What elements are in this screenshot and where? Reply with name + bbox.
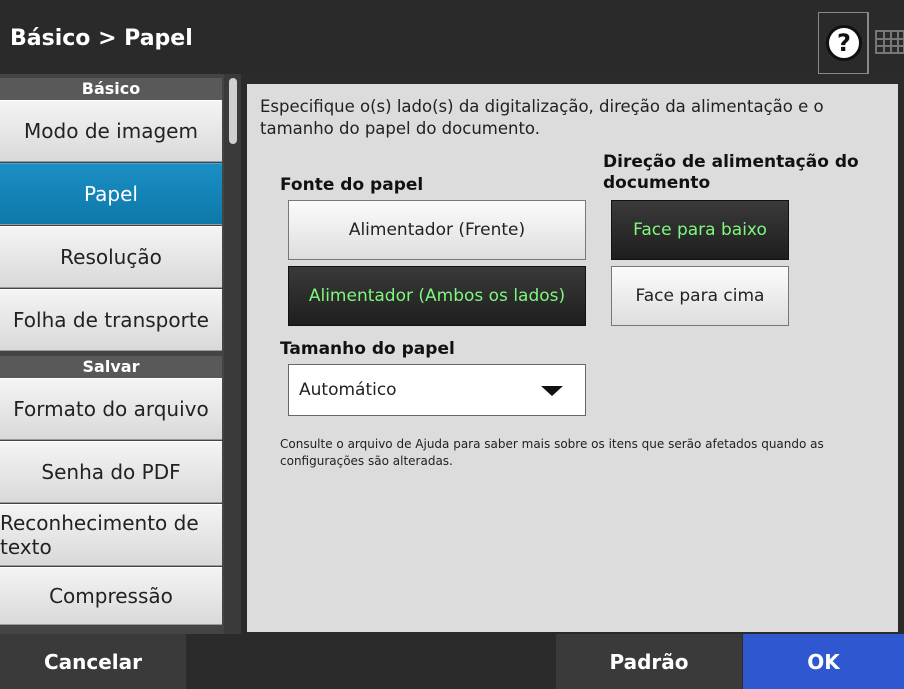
ok-button[interactable]: OK	[743, 634, 904, 689]
paper-size-label: Tamanho do papel	[280, 339, 455, 359]
help-glyph: ?	[837, 29, 851, 57]
feeder-duplex-button[interactable]: Alimentador (Ambos os lados)	[288, 266, 586, 326]
help-note: Consulte o arquivo de Ajuda para saber m…	[280, 437, 824, 468]
sidebar-item-text-recognition[interactable]: Reconhecimento de texto	[0, 504, 222, 566]
sidebar: Básico Modo de imagem Papel Resolução Fo…	[0, 74, 241, 634]
sidebar-item-pdf-password[interactable]: Senha do PDF	[0, 441, 222, 503]
sidebar-item-carrier-sheet[interactable]: Folha de transporte	[0, 289, 222, 351]
feed-direction-label: Direção de alimentação do documento	[603, 152, 859, 193]
sidebar-item-image-mode[interactable]: Modo de imagem	[0, 100, 222, 162]
default-button[interactable]: Padrão	[556, 634, 742, 689]
chevron-down-icon	[541, 386, 563, 396]
cancel-button[interactable]: Cancelar	[0, 634, 186, 689]
main-area: Especifique o(s) lado(s) da digitalizaçã…	[241, 74, 904, 634]
sidebar-scrollbar-thumb[interactable]	[229, 78, 237, 144]
description-text: Especifique o(s) lado(s) da digitalizaçã…	[260, 97, 824, 138]
sidebar-item-compression[interactable]: Compressão	[0, 567, 222, 625]
sidebar-section-save: Salvar	[0, 356, 222, 378]
question-icon: ?	[826, 25, 862, 61]
sidebar-scrollbar[interactable]	[224, 74, 241, 634]
sidebar-section-basic: Básico	[0, 78, 222, 100]
face-up-button[interactable]: Face para cima	[611, 266, 789, 326]
paper-source-label: Fonte do papel	[280, 175, 424, 195]
title-bar: Básico > Papel ?	[0, 0, 904, 74]
keyboard-icon	[875, 30, 904, 54]
paper-size-select[interactable]: Automático	[288, 364, 586, 416]
sidebar-item-resolution[interactable]: Resolução	[0, 226, 222, 288]
face-down-button[interactable]: Face para baixo	[611, 200, 789, 260]
help-button[interactable]: ?	[818, 12, 868, 74]
settings-panel: Especifique o(s) lado(s) da digitalizaçã…	[247, 84, 898, 632]
footer-bar: Cancelar Padrão OK	[0, 634, 904, 689]
keyboard-button[interactable]	[868, 12, 904, 74]
sidebar-item-file-format[interactable]: Formato do arquivo	[0, 378, 222, 440]
feeder-front-button[interactable]: Alimentador (Frente)	[288, 200, 586, 260]
paper-size-value: Automático	[299, 380, 397, 400]
page-title: Básico > Papel	[10, 26, 193, 51]
sidebar-item-paper[interactable]: Papel	[0, 163, 222, 225]
